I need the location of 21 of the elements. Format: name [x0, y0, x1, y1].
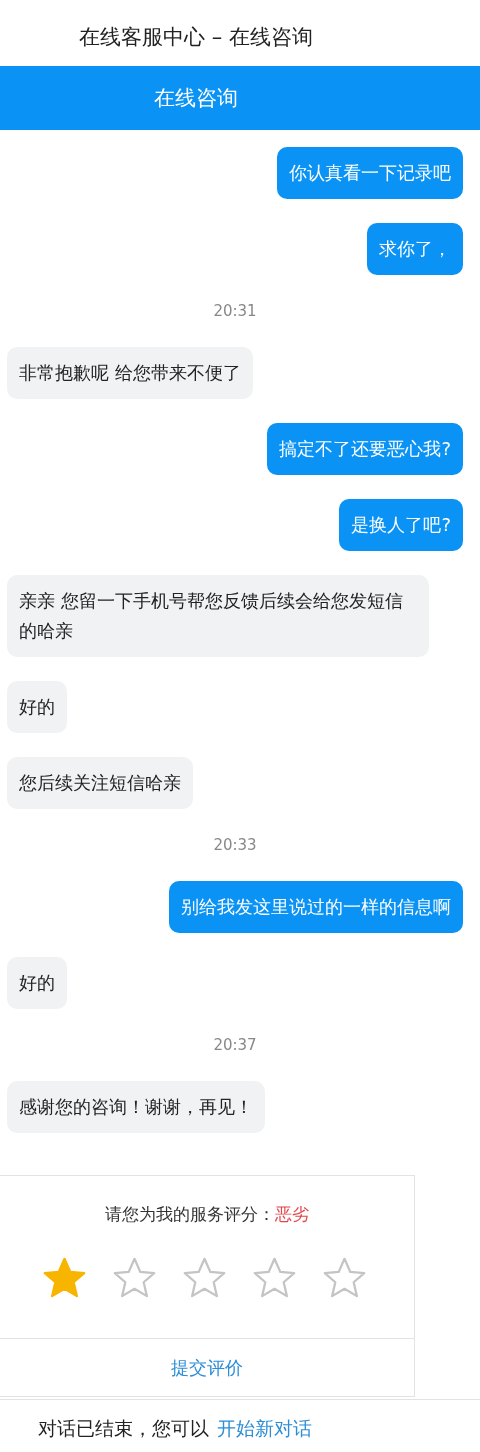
header-title: 在线咨询 — [154, 85, 238, 112]
sent-message: 你认真看一下记录吧 — [277, 147, 463, 199]
received-message: 非常抱歉呢 给您带来不便了 — [7, 347, 253, 399]
sent-message: 求你了， — [367, 223, 463, 275]
rating-prompt: 请您为我的服务评分： — [105, 1204, 275, 1224]
timestamp: 20:33 — [213, 836, 257, 854]
rating-verdict: 恶劣 — [275, 1204, 309, 1224]
conversation-ended-text: 对话已结束，您可以 — [38, 1417, 209, 1439]
received-message: 好的 — [7, 957, 67, 1009]
timestamp: 20:37 — [213, 1036, 257, 1054]
sent-message: 是换人了吧? — [339, 499, 463, 551]
new-conversation-link[interactable]: 开始新对话 — [217, 1417, 312, 1439]
submit-rating-button[interactable]: 提交评价 — [167, 1351, 247, 1384]
window-title: 在线客服中心 – 在线咨询 — [78, 24, 314, 51]
received-message: 亲亲 您留一下手机号帮您反馈后续会给您发短信的哈亲 — [7, 575, 429, 657]
received-message: 好的 — [7, 681, 67, 733]
timestamp: 20:31 — [213, 302, 257, 320]
received-message: 您后续关注短信哈亲 — [7, 757, 193, 809]
received-message: 感谢您的咨询！谢谢，再见！ — [7, 1081, 265, 1133]
sent-message: 别给我发这里说过的一样的信息啊 — [169, 881, 463, 933]
sent-message: 搞定不了还要恶心我? — [267, 423, 463, 475]
